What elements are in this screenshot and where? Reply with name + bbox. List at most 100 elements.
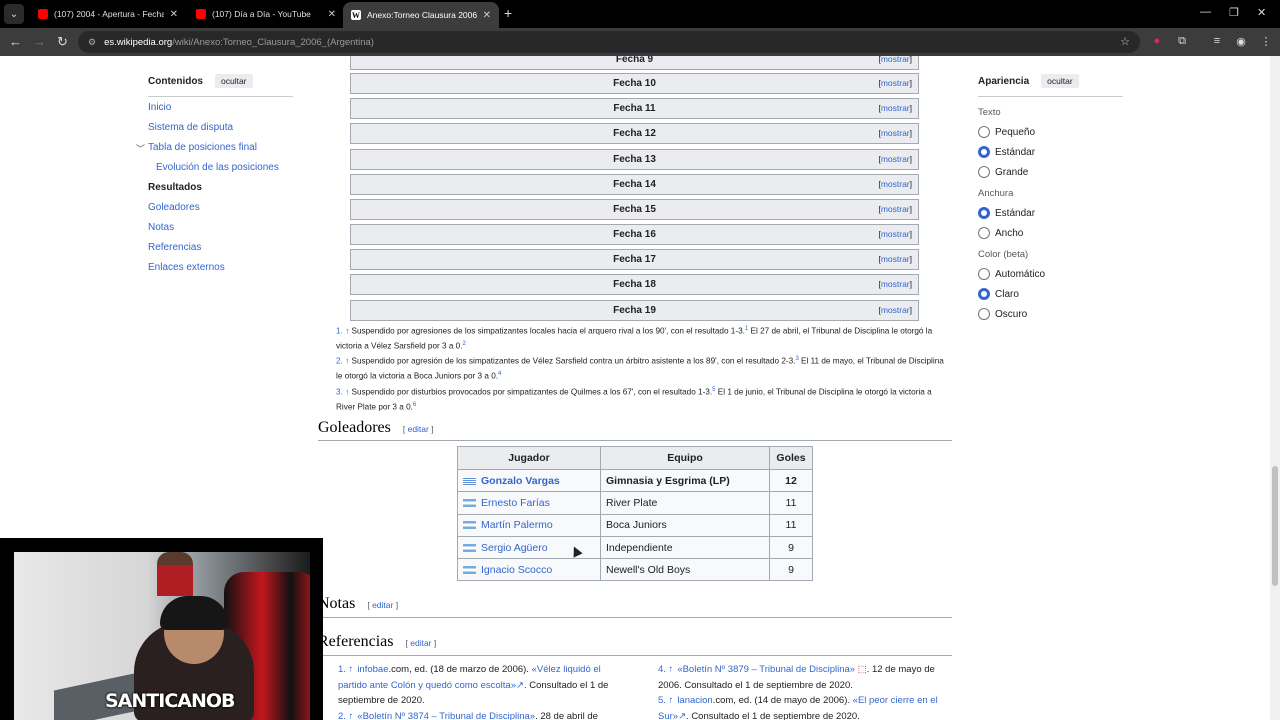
reference-site-link[interactable]: infobae xyxy=(357,664,388,675)
reload-icon[interactable]: ↻ xyxy=(57,34,68,50)
toc-item-tabla[interactable]: ﹀ Tabla de posiciones final xyxy=(136,142,298,154)
player-link[interactable]: Ignacio Scocco xyxy=(481,564,552,576)
youtube-icon xyxy=(196,9,206,19)
player-link[interactable]: Ernesto Farías xyxy=(481,497,550,509)
mostrar-link[interactable]: mostrar xyxy=(878,200,912,219)
extension-icon[interactable]: ● xyxy=(1150,35,1164,49)
reference-backlink[interactable]: 5. ↑ xyxy=(658,695,673,706)
tab-search-button[interactable]: ⌄ xyxy=(4,4,24,24)
fecha-row: Fecha 14 mostrar xyxy=(350,174,919,195)
fecha-label: Fecha 13 xyxy=(613,154,656,165)
tab-youtube-dia[interactable]: (107) Día a Día - YouTube ✕ xyxy=(188,2,344,26)
appearance-hide-button[interactable]: ocultar xyxy=(1041,74,1079,88)
appearance-title: Apariencia xyxy=(978,75,1030,87)
mostrar-link[interactable]: mostrar xyxy=(878,225,912,244)
divider xyxy=(318,655,952,656)
mostrar-link[interactable]: mostrar xyxy=(878,150,912,169)
toc-item-sistema[interactable]: Sistema de disputa xyxy=(148,122,298,133)
profile-icon[interactable]: ◉ xyxy=(1234,35,1248,49)
bookmark-star-icon[interactable]: ☆ xyxy=(1120,35,1130,48)
radio-option[interactable]: Estándar xyxy=(978,207,1123,219)
mostrar-link[interactable]: mostrar xyxy=(878,74,912,93)
radio-option[interactable]: Estándar xyxy=(978,146,1123,158)
url-path: /wiki/Anexo:Torneo_Clausura_2006_(Argent… xyxy=(172,36,374,48)
radio-button[interactable] xyxy=(978,146,990,158)
close-tab-icon[interactable]: ✕ xyxy=(328,9,336,20)
chevron-down-icon[interactable]: ﹀ xyxy=(136,142,145,155)
toc-item-resultados[interactable]: Resultados xyxy=(148,182,298,193)
back-icon[interactable]: ← xyxy=(9,34,22,49)
reference-site-link[interactable]: lanacion xyxy=(677,695,712,706)
radio-button[interactable] xyxy=(978,166,990,178)
reference-link[interactable]: «Boletín Nº 3874 – Tribunal de Disciplin… xyxy=(357,711,535,720)
toc-hide-button[interactable]: ocultar xyxy=(215,74,253,88)
player-link[interactable]: Gonzalo Vargas xyxy=(481,475,560,487)
close-window-icon[interactable]: ✕ xyxy=(1257,6,1266,19)
footnote-marker[interactable]: 3. ↑ xyxy=(336,387,349,396)
tab-title: (107) Día a Día - YouTube xyxy=(212,9,311,19)
new-tab-icon[interactable]: + xyxy=(504,5,512,21)
address-bar[interactable]: ⚙ es.wikipedia.org /wiki/Anexo:Torneo_Cl… xyxy=(78,31,1140,53)
close-tab-icon[interactable]: ✕ xyxy=(170,9,178,20)
radio-option[interactable]: Oscuro xyxy=(978,308,1123,320)
radio-button[interactable] xyxy=(978,308,990,320)
radio-button[interactable] xyxy=(978,126,990,138)
radio-button[interactable] xyxy=(978,227,990,239)
edit-link[interactable]: editar xyxy=(372,600,393,610)
reference-backlink[interactable]: 2. ↑ xyxy=(338,711,353,720)
edit-link[interactable]: editar xyxy=(408,424,429,434)
reference-item: 5. ↑ lanacion.com, ed. (14 de mayo de 200… xyxy=(658,693,948,720)
citation-link[interactable]: 4 xyxy=(498,371,501,377)
toc-item-referencias[interactable]: Referencias xyxy=(148,242,298,253)
citation-link[interactable]: 2 xyxy=(463,341,466,347)
mostrar-link[interactable]: mostrar xyxy=(878,56,912,69)
toc-item-notas[interactable]: Notas xyxy=(148,222,298,233)
radio-option[interactable]: Pequeño xyxy=(978,126,1123,138)
toc-item-goleadores[interactable]: Goleadores xyxy=(148,202,298,213)
extensions-puzzle-icon[interactable]: ⧉ xyxy=(1175,35,1189,49)
mostrar-link[interactable]: mostrar xyxy=(878,275,912,294)
radio-option[interactable]: Claro xyxy=(978,288,1123,300)
radio-option[interactable]: Automático xyxy=(978,268,1123,280)
maximize-icon[interactable]: ❐ xyxy=(1229,6,1239,19)
footnote-marker[interactable]: 2. ↑ xyxy=(336,357,349,366)
player-link[interactable]: Martín Palermo xyxy=(481,519,553,531)
radio-button[interactable] xyxy=(978,207,990,219)
mostrar-link[interactable]: mostrar xyxy=(878,99,912,118)
tab-youtube-apertura[interactable]: (107) 2004 - Apertura - Fecha 1 ✕ xyxy=(30,2,186,26)
mostrar-link[interactable]: mostrar xyxy=(878,301,912,320)
minimize-icon[interactable]: — xyxy=(1200,6,1211,18)
site-info-icon[interactable]: ⚙ xyxy=(88,37,96,48)
mostrar-link[interactable]: mostrar xyxy=(878,175,912,194)
footnote-marker[interactable]: 1. ↑ xyxy=(336,327,349,336)
player-cell: Martín Palermo xyxy=(457,513,601,537)
option-label: Oscuro xyxy=(995,308,1028,320)
toc-item-evolucion[interactable]: Evolución de las posiciones xyxy=(148,162,298,173)
mostrar-link[interactable]: mostrar xyxy=(878,250,912,269)
page-scrollbar[interactable] xyxy=(1270,56,1280,720)
radio-option[interactable]: Grande xyxy=(978,166,1123,178)
player-link[interactable]: Sergio Agüero xyxy=(481,542,548,554)
streamer-logo: SANTICANOB xyxy=(105,690,236,712)
scrollbar-thumb[interactable] xyxy=(1272,466,1278,586)
close-tab-icon[interactable]: ✕ xyxy=(483,10,491,21)
reference-backlink[interactable]: 1. ↑ xyxy=(338,664,353,675)
mostrar-link[interactable]: mostrar xyxy=(878,124,912,143)
radio-button[interactable] xyxy=(978,268,990,280)
text-size-label: Texto xyxy=(978,107,1001,118)
edit-link[interactable]: editar xyxy=(410,638,431,648)
toc-item-inicio[interactable]: Inicio xyxy=(148,102,298,113)
forward-icon[interactable]: → xyxy=(33,34,46,49)
fecha-label: Fecha 19 xyxy=(613,305,656,316)
reference-backlink[interactable]: 4. ↑ xyxy=(658,664,673,675)
reference-link[interactable]: «Boletín Nº 3879 – Tribunal de Disciplin… xyxy=(677,664,855,675)
reference-text: . Consultado el 1 de septiembre de 2020. xyxy=(686,710,860,720)
toc-item-enlaces[interactable]: Enlaces externos xyxy=(148,262,298,273)
radio-button[interactable] xyxy=(978,288,990,300)
citation-link[interactable]: 6 xyxy=(413,402,416,408)
url-host: es.wikipedia.org xyxy=(104,36,173,48)
radio-option[interactable]: Ancho xyxy=(978,227,1123,239)
media-control-icon[interactable]: ≡ xyxy=(1210,35,1224,49)
menu-kebab-icon[interactable]: ⋮ xyxy=(1259,35,1273,49)
tab-wikipedia[interactable]: W Anexo:Torneo Clausura 2006 (A ✕ xyxy=(343,2,499,28)
